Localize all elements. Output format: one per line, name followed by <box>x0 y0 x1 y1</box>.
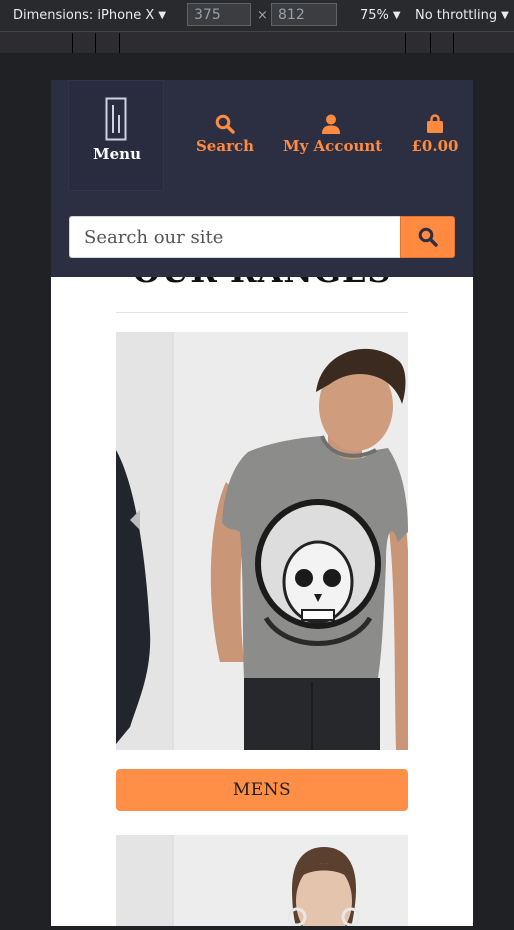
basket-link[interactable]: £0.00 <box>407 114 463 155</box>
zoom-value: 75% <box>360 8 389 23</box>
search-input[interactable] <box>69 216 401 258</box>
womens-photo <box>116 835 408 926</box>
menu-button[interactable]: Menu <box>68 80 164 191</box>
account-label: My Account <box>283 137 383 155</box>
user-icon <box>322 114 340 134</box>
menu-label: Menu <box>93 145 141 163</box>
dimensions-label: Dimensions: iPhone X <box>13 8 155 23</box>
mens-tshirt-photo <box>116 332 408 750</box>
search-icon <box>215 114 235 134</box>
caret-down-icon: ▼ <box>392 10 401 21</box>
devtools-toolbar: Dimensions: iPhone X ▼ 375 × 812 75% ▼ No … <box>0 0 514 31</box>
site-header: Menu Search My Account £0.00 <box>51 80 473 277</box>
search-icon <box>418 227 438 247</box>
caret-down-icon: ▼ <box>158 10 167 21</box>
womens-category-image[interactable] <box>116 835 408 926</box>
shopping-bag-icon <box>427 114 443 133</box>
device-viewport: Menu Search My Account £0.00 Search our … <box>51 80 473 926</box>
basket-total: £0.00 <box>411 137 459 155</box>
height-field[interactable]: 812 <box>271 3 337 26</box>
zoom-dropdown[interactable]: 75% ▼ <box>360 0 401 31</box>
caret-down-icon: ▼ <box>501 10 509 21</box>
ruler-tick <box>95 33 96 53</box>
media-query-ruler[interactable] <box>0 31 514 53</box>
search-submit-button[interactable] <box>400 216 455 258</box>
section-divider <box>116 312 408 313</box>
width-field[interactable]: 375 <box>187 3 251 26</box>
mens-category-image[interactable] <box>116 332 408 750</box>
ruler-tick <box>72 33 73 53</box>
dimensions-dropdown[interactable]: Dimensions: iPhone X ▼ <box>13 0 166 31</box>
ruler-tick <box>430 33 431 53</box>
site-search-form <box>69 216 455 258</box>
search-label: Search <box>195 137 255 155</box>
menu-logo-icon <box>105 97 127 141</box>
throttling-value: No throttling <box>415 8 498 23</box>
times-sign: × <box>257 8 268 23</box>
mens-category-button[interactable]: MENS <box>116 769 408 811</box>
my-account-link[interactable]: My Account <box>283 114 383 155</box>
ruler-tick <box>405 33 406 53</box>
search-link[interactable]: Search <box>194 114 256 155</box>
ruler-tick <box>119 33 120 53</box>
throttling-dropdown[interactable]: No throttling ▼ <box>415 0 509 31</box>
ruler-tick <box>453 33 454 53</box>
